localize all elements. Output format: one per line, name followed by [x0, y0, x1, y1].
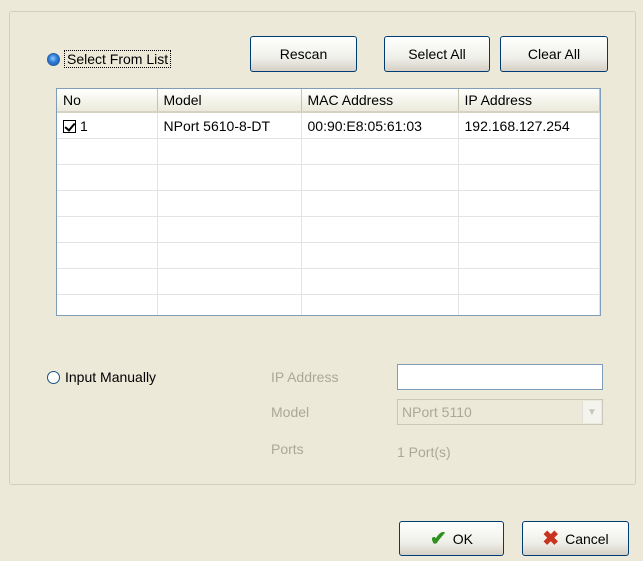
empty-row — [57, 294, 600, 315]
select-from-list-label: Select From List — [63, 50, 172, 68]
radio-selected-icon — [47, 52, 60, 66]
model-select[interactable]: NPort 5110 ▼ — [397, 399, 603, 425]
x-icon: ✖ — [542, 527, 560, 550]
cancel-button[interactable]: ✖ Cancel — [522, 521, 629, 556]
checkmark-icon: ✔ — [430, 527, 447, 550]
dialog: Select From List Rescan Select All Clear… — [0, 0, 643, 561]
ok-button[interactable]: ✔ OK — [399, 521, 504, 556]
column-header-mac-address[interactable]: MAC Address — [301, 89, 459, 113]
input-manually-radio[interactable]: Input Manually — [47, 369, 156, 385]
device-list[interactable]: No Model MAC Address IP Address 1 NPort … — [56, 88, 601, 316]
empty-row — [57, 164, 600, 191]
row-checkbox[interactable] — [63, 119, 76, 133]
model-label: Model — [271, 404, 310, 420]
row-no: 1 — [80, 117, 88, 134]
empty-row — [57, 268, 600, 295]
ok-label: OK — [452, 530, 473, 547]
ip-address-label: IP Address — [271, 369, 339, 385]
radio-unselected-icon — [47, 370, 60, 384]
row-mac: 00:90:E8:05:61:03 — [301, 112, 459, 139]
column-header-no[interactable]: No — [57, 89, 158, 113]
row-model: NPort 5610-8-DT — [157, 112, 302, 139]
ports-value: 1 Port(s) — [397, 444, 451, 460]
select-from-list-radio[interactable]: Select From List — [47, 50, 172, 68]
chevron-down-icon: ▼ — [582, 401, 601, 423]
cancel-label: Cancel — [565, 530, 609, 547]
empty-row — [57, 190, 600, 217]
column-header-ip-address[interactable]: IP Address — [458, 89, 600, 113]
ports-label: Ports — [271, 441, 304, 457]
table-row[interactable]: 1 NPort 5610-8-DT 00:90:E8:05:61:03 192.… — [57, 112, 600, 139]
model-select-value: NPort 5110 — [402, 404, 472, 420]
select-all-button[interactable]: Select All — [384, 36, 490, 72]
list-header: No Model MAC Address IP Address — [57, 89, 600, 113]
row-no-cell: 1 — [57, 112, 158, 139]
empty-row — [57, 138, 600, 165]
clear-all-button[interactable]: Clear All — [500, 36, 608, 72]
empty-row — [57, 216, 600, 243]
rescan-button[interactable]: Rescan — [250, 36, 357, 72]
column-header-model[interactable]: Model — [157, 89, 302, 113]
row-ip: 192.168.127.254 — [458, 112, 600, 139]
input-manually-label: Input Manually — [65, 369, 157, 385]
ip-address-input[interactable] — [397, 364, 603, 390]
empty-row — [57, 242, 600, 269]
